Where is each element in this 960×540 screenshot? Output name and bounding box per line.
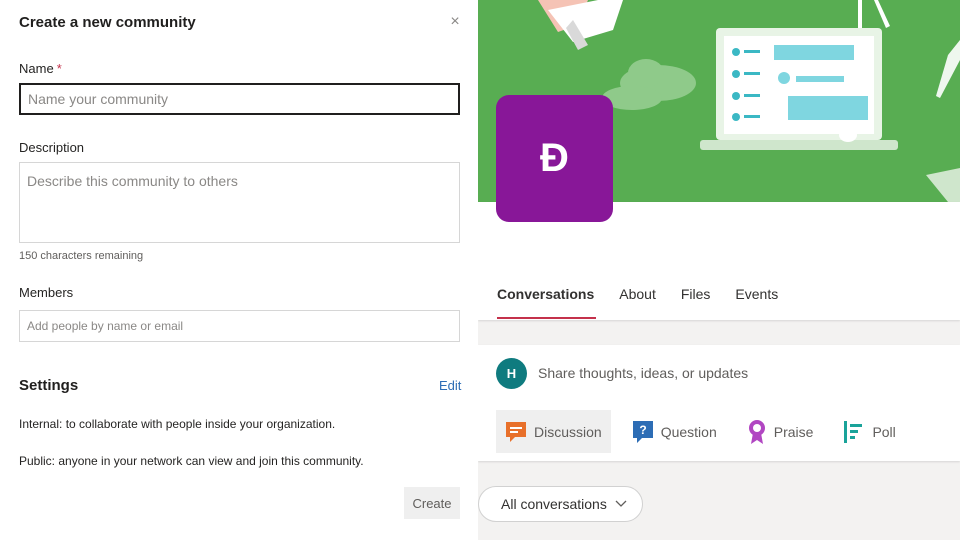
praise-icon (748, 419, 765, 444)
public-setting-text: Public: anyone in your network can view … (19, 454, 364, 468)
post-type-bar: Discussion ? Question Praise Poll (496, 410, 917, 453)
chevron-down-icon (615, 500, 627, 507)
discussion-label: Discussion (534, 423, 602, 440)
filter-label: All conversations (501, 496, 607, 512)
community-tabs: Conversations About Files Events (497, 286, 803, 319)
svg-text:?: ? (639, 423, 646, 437)
required-mark: * (56, 61, 62, 76)
praise-label: Praise (773, 423, 814, 440)
discussion-button[interactable]: Discussion (496, 410, 611, 453)
tab-events[interactable]: Events (735, 286, 778, 302)
community-name-input[interactable] (19, 83, 460, 115)
question-icon: ? (632, 420, 653, 443)
edit-settings-link[interactable]: Edit (439, 378, 461, 393)
question-label: Question (660, 423, 717, 440)
community-preview: Đ Conversations About Files Events H Sha… (478, 0, 960, 540)
poll-label: Poll (872, 423, 896, 440)
create-community-dialog: Create a new community × Name* Descripti… (0, 0, 478, 540)
dialog-title: Create a new community (19, 14, 196, 31)
share-input[interactable]: Share thoughts, ideas, or updates (538, 365, 748, 381)
create-button[interactable]: Create (404, 487, 460, 519)
close-icon[interactable]: × (446, 13, 464, 31)
discussion-icon (506, 421, 526, 442)
question-button[interactable]: ? Question (623, 410, 726, 453)
tab-files[interactable]: Files (681, 286, 711, 302)
internal-setting-text: Internal: to collaborate with people ins… (19, 417, 336, 431)
tab-conversations[interactable]: Conversations (497, 286, 597, 319)
name-label: Name * (19, 61, 62, 76)
description-input[interactable] (19, 162, 460, 243)
community-avatar: Đ (496, 95, 613, 222)
members-label: Members (19, 285, 74, 300)
description-label: Description (19, 140, 85, 155)
settings-title: Settings (19, 377, 79, 394)
poll-button[interactable]: Poll (834, 410, 904, 453)
conversations-filter-dropdown[interactable]: All conversations (478, 486, 643, 522)
poll-icon (844, 420, 863, 443)
characters-remaining: 150 characters remaining (19, 250, 144, 262)
praise-button[interactable]: Praise (738, 410, 823, 453)
user-avatar: H (496, 358, 527, 389)
members-input[interactable] (19, 310, 460, 342)
post-composer: H Share thoughts, ideas, or updates Disc… (478, 345, 960, 461)
tab-about[interactable]: About (619, 286, 656, 302)
